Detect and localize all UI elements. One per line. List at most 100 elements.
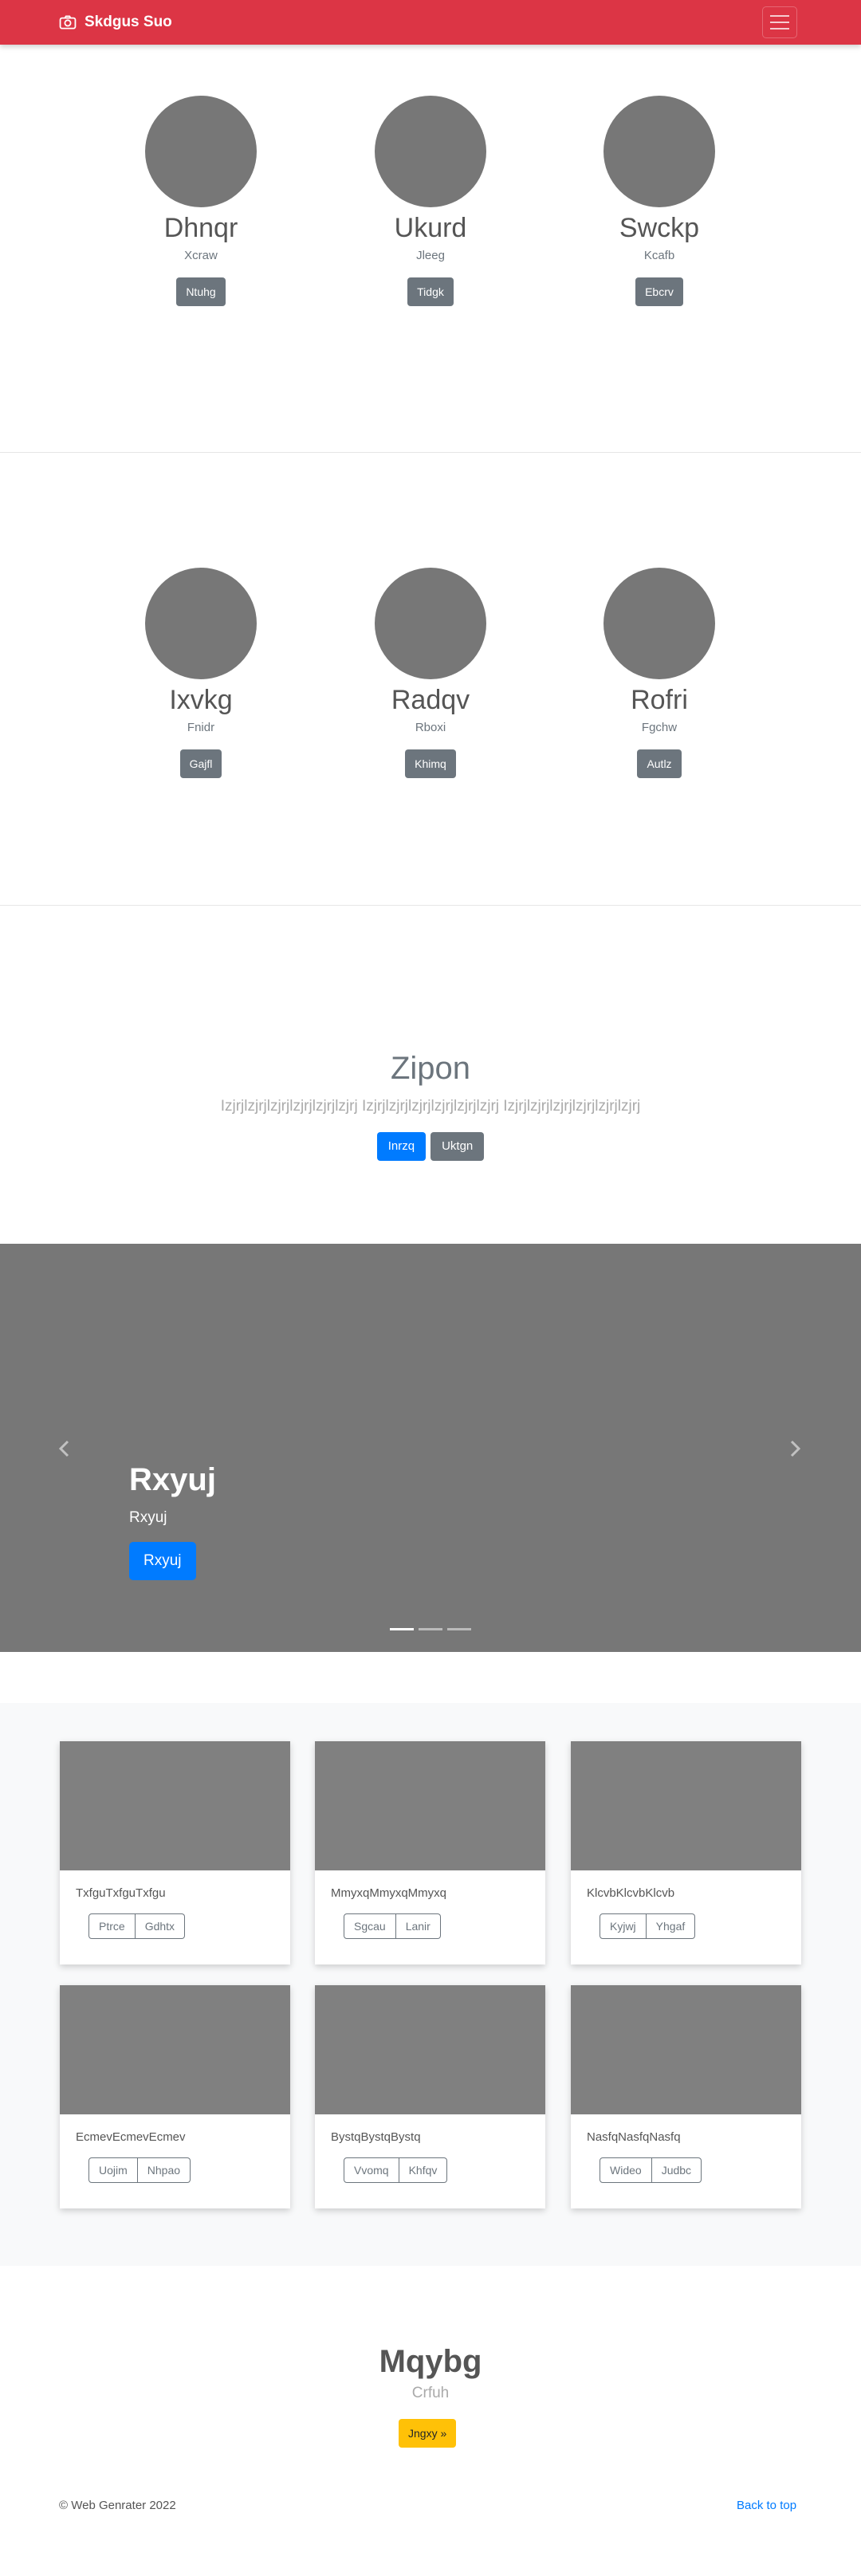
avatar [603, 96, 715, 207]
card-button-group: Uojim Nhpao [88, 2157, 290, 2183]
card-view-button[interactable]: Kyjwj [600, 1913, 647, 1939]
album-card: BystqBystqBystq Vvomq Khfqv [315, 1985, 545, 2208]
album-card: MmyxqMmyxqMmyxq Sgcau Lanir [315, 1741, 545, 1964]
hamburger-icon-line [770, 28, 789, 29]
card-view-button[interactable]: Wideo [600, 2157, 652, 2183]
member-button[interactable]: Autlz [637, 749, 682, 778]
album-card: KlcvbKlcvbKlcvb Kyjwj Yhgaf [571, 1741, 801, 1964]
member-button[interactable]: Ebcrv [635, 277, 683, 306]
team-member: Dhnqr Xcraw Ntuhg [129, 96, 273, 306]
card-image [60, 1741, 290, 1870]
album-card: TxfguTxfguTxfgu Ptrce Gdhtx [60, 1741, 290, 1964]
album-section: TxfguTxfguTxfgu Ptrce Gdhtx MmyxqMmyxqMm… [0, 1703, 861, 2266]
card-edit-button[interactable]: Lanir [395, 1913, 441, 1939]
member-name: Ixvkg [169, 685, 233, 715]
carousel-next-button[interactable] [783, 1437, 807, 1461]
card-button-group: Ptrce Gdhtx [88, 1913, 290, 1939]
hamburger-icon [770, 15, 789, 17]
card-button-group: Kyjwj Yhgaf [600, 1913, 801, 1939]
card-image [315, 1985, 545, 2114]
card-edit-button[interactable]: Nhpao [137, 2157, 191, 2183]
card-image [60, 1985, 290, 2114]
chevron-left-icon [58, 1440, 69, 1457]
carousel-prev-button[interactable] [53, 1437, 77, 1461]
carousel-caption: Rxyuj Rxyuj Rxyuj [129, 1461, 216, 1580]
member-role: Kcafb [643, 249, 675, 262]
card-text: MmyxqMmyxqMmyxq [331, 1886, 446, 1900]
carousel: Rxyuj Rxyuj Rxyuj [0, 1244, 861, 1652]
hamburger-icon-line [770, 22, 789, 23]
card-view-button[interactable]: Vvomq [344, 2157, 399, 2183]
carousel-text: Rxyuj [129, 1509, 167, 1526]
member-role: Fnidr [187, 721, 215, 734]
team-section-2: Ixvkg Fnidr Gajfl Radqv Rboxi Khimq Rofr… [0, 453, 861, 906]
member-button[interactable]: Khimq [405, 749, 456, 778]
navbar-toggler-button[interactable] [762, 6, 797, 38]
card-image [315, 1741, 545, 1870]
hero-primary-button[interactable]: Inrzq [376, 1132, 427, 1161]
card-view-button[interactable]: Ptrce [88, 1913, 136, 1939]
cta-section: Mqybg Crfuh Jngxy » [0, 2266, 861, 2448]
card-button-group: Wideo Judbc [600, 2157, 801, 2183]
avatar [375, 568, 486, 679]
team-member: Swckp Kcafb Ebcrv [588, 96, 731, 306]
carousel-indicator[interactable] [419, 1628, 442, 1630]
card-view-button[interactable]: Uojim [88, 2157, 138, 2183]
hero-buttons: Inrzq Uktgn [0, 1132, 861, 1161]
member-name: Dhnqr [163, 213, 238, 243]
avatar [375, 96, 486, 207]
avatar [603, 568, 715, 679]
carousel-title: Rxyuj [129, 1462, 216, 1497]
member-name: Rofri [631, 685, 688, 715]
member-button[interactable]: Ntuhg [176, 277, 226, 306]
card-button-group: Sgcau Lanir [344, 1913, 545, 1939]
team-member: Radqv Rboxi Khimq [359, 568, 502, 778]
member-role: Jleeg [416, 249, 445, 262]
cta-subtitle: Crfuh [411, 2385, 450, 2401]
camera-icon [59, 15, 77, 29]
hero-lead: Izjrjlzjrjlzjrjlzjrjlzjrjlzjrj Izjrjlzjr… [220, 1098, 641, 1115]
carousel-button[interactable]: Rxyuj [129, 1542, 196, 1580]
card-image [571, 1741, 801, 1870]
member-name: Swckp [619, 213, 700, 243]
hero-section: Zipon Izjrjlzjrjlzjrjlzjrjlzjrjlzjrj Izj… [0, 906, 861, 1244]
carousel-indicator[interactable] [447, 1628, 471, 1630]
member-name: Ukurd [394, 213, 467, 243]
team-member: Ukurd Jleeg Tidgk [359, 96, 502, 306]
card-text: NasfqNasfqNasfq [587, 2130, 681, 2144]
card-edit-button[interactable]: Yhgaf [646, 1913, 696, 1939]
navbar-brand[interactable]: Skdgus Suo [59, 0, 172, 45]
cta-title: Mqybg [379, 2344, 482, 2379]
card-text: EcmevEcmevEcmev [76, 2130, 186, 2144]
copyright-text: © Web Genrater 2022 [59, 2499, 176, 2512]
member-button[interactable]: Tidgk [407, 277, 454, 306]
carousel-indicator[interactable] [390, 1628, 414, 1630]
carousel-indicators [0, 1628, 861, 1630]
footer: © Web Genrater 2022 Back to top [0, 2448, 861, 2519]
member-button[interactable]: Gajfl [179, 749, 222, 778]
member-role: Fgchw [641, 721, 678, 734]
card-edit-button[interactable]: Khfqv [399, 2157, 448, 2183]
card-image [571, 1985, 801, 2114]
cta-button[interactable]: Jngxy » [399, 2419, 457, 2448]
member-name: Radqv [391, 685, 470, 715]
hero-secondary-button[interactable]: Uktgn [431, 1132, 485, 1161]
card-view-button[interactable]: Sgcau [344, 1913, 396, 1939]
avatar [145, 568, 257, 679]
card-button-group: Vvomq Khfqv [344, 2157, 545, 2183]
album-card: NasfqNasfqNasfq Wideo Judbc [571, 1985, 801, 2208]
card-text: BystqBystqBystq [331, 2130, 421, 2144]
chevron-right-icon [790, 1440, 801, 1457]
member-role: Rboxi [415, 721, 446, 734]
team-section-1: Dhnqr Xcraw Ntuhg Ukurd Jleeg Tidgk Swck… [0, 45, 861, 453]
member-role: Xcraw [184, 249, 218, 262]
card-edit-button[interactable]: Judbc [651, 2157, 702, 2183]
team-member: Rofri Fgchw Autlz [588, 568, 731, 778]
card-text: TxfguTxfguTxfgu [76, 1886, 166, 1900]
back-to-top-link[interactable]: Back to top [737, 2499, 796, 2513]
avatar [145, 96, 257, 207]
card-edit-button[interactable]: Gdhtx [135, 1913, 186, 1939]
hero-title: Zipon [390, 1051, 471, 1086]
album-card: EcmevEcmevEcmev Uojim Nhpao [60, 1985, 290, 2208]
card-text: KlcvbKlcvbKlcvb [587, 1886, 675, 1900]
